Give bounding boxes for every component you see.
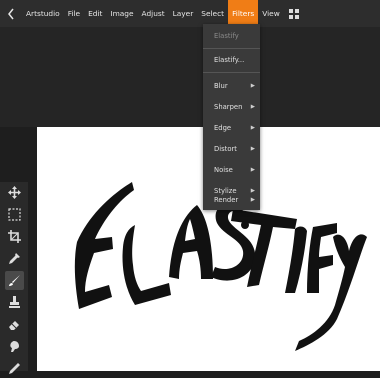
eyedropper-icon bbox=[9, 253, 20, 264]
menu-view[interactable]: View bbox=[258, 0, 284, 27]
menu-item-distort[interactable]: Distort ▶ bbox=[203, 139, 260, 159]
workspace-background bbox=[0, 27, 380, 127]
menu-item-label: Elastify bbox=[214, 32, 239, 40]
menu-item-elastify-repeat: Elastify bbox=[203, 26, 260, 46]
filters-dropdown-menu: Elastify Elastify... Blur ▶ Sharpen ▶ Ed… bbox=[203, 24, 260, 210]
pencil-icon bbox=[9, 363, 20, 374]
menu-item-render[interactable]: Render ▶ bbox=[203, 190, 260, 210]
menu-item-noise[interactable]: Noise ▶ bbox=[203, 160, 260, 180]
brush-icon bbox=[9, 275, 20, 286]
menu-layer[interactable]: Layer bbox=[169, 0, 198, 27]
submenu-arrow-icon: ▶ bbox=[250, 167, 255, 173]
grid-view-button[interactable] bbox=[284, 0, 304, 27]
menu-item-label: Sharpen bbox=[214, 103, 243, 111]
back-button[interactable] bbox=[0, 0, 22, 27]
marquee-select-tool[interactable] bbox=[5, 205, 24, 224]
pencil-tool[interactable] bbox=[5, 359, 24, 378]
menu-item-label: Edge bbox=[214, 124, 232, 132]
menu-select[interactable]: Select bbox=[197, 0, 228, 27]
smudge-icon bbox=[10, 341, 19, 352]
menu-item-label: Blur bbox=[214, 82, 228, 90]
menu-image[interactable]: Image bbox=[106, 0, 137, 27]
smudge-tool[interactable] bbox=[5, 337, 24, 356]
stamp-icon bbox=[9, 296, 20, 308]
submenu-arrow-icon: ▶ bbox=[250, 146, 255, 152]
menu-item-label: Distort bbox=[214, 145, 237, 153]
grid-icon bbox=[288, 8, 299, 19]
menu-item-label: Noise bbox=[214, 166, 233, 174]
tools-panel bbox=[0, 182, 28, 374]
eraser-icon bbox=[9, 321, 19, 330]
move-tool[interactable] bbox=[5, 183, 24, 202]
menu-item-label: Render bbox=[214, 196, 239, 204]
crop-tool[interactable] bbox=[5, 227, 24, 246]
menu-item-blur[interactable]: Blur ▶ bbox=[203, 76, 260, 96]
menu-adjust[interactable]: Adjust bbox=[138, 0, 169, 27]
submenu-arrow-icon: ▶ bbox=[250, 125, 255, 131]
menu-filters[interactable]: Filters bbox=[228, 0, 259, 27]
eyedropper-tool[interactable] bbox=[5, 249, 24, 268]
marquee-select-icon bbox=[8, 208, 21, 221]
menu-file[interactable]: File bbox=[64, 0, 84, 27]
submenu-arrow-icon: ▶ bbox=[250, 197, 255, 203]
back-arrow-icon bbox=[8, 8, 14, 19]
eraser-tool[interactable] bbox=[5, 315, 24, 334]
submenu-arrow-icon: ▶ bbox=[250, 104, 255, 110]
menu-item-elastify[interactable]: Elastify... bbox=[203, 50, 260, 70]
brush-tool[interactable] bbox=[5, 271, 24, 290]
menu-edit[interactable]: Edit bbox=[84, 0, 106, 27]
menu-item-edge[interactable]: Edge ▶ bbox=[203, 118, 260, 138]
submenu-arrow-icon: ▶ bbox=[250, 83, 255, 89]
menu-divider bbox=[203, 48, 260, 49]
menu-divider bbox=[203, 72, 260, 73]
menu-bar: Artstudio File Edit Image Adjust Layer S… bbox=[0, 0, 380, 27]
move-icon bbox=[8, 186, 21, 199]
crop-icon bbox=[8, 230, 21, 243]
stamp-tool[interactable] bbox=[5, 293, 24, 312]
menu-item-label: Elastify... bbox=[214, 56, 245, 64]
menu-item-sharpen[interactable]: Sharpen ▶ bbox=[203, 97, 260, 117]
menu-artstudio[interactable]: Artstudio bbox=[22, 0, 64, 27]
